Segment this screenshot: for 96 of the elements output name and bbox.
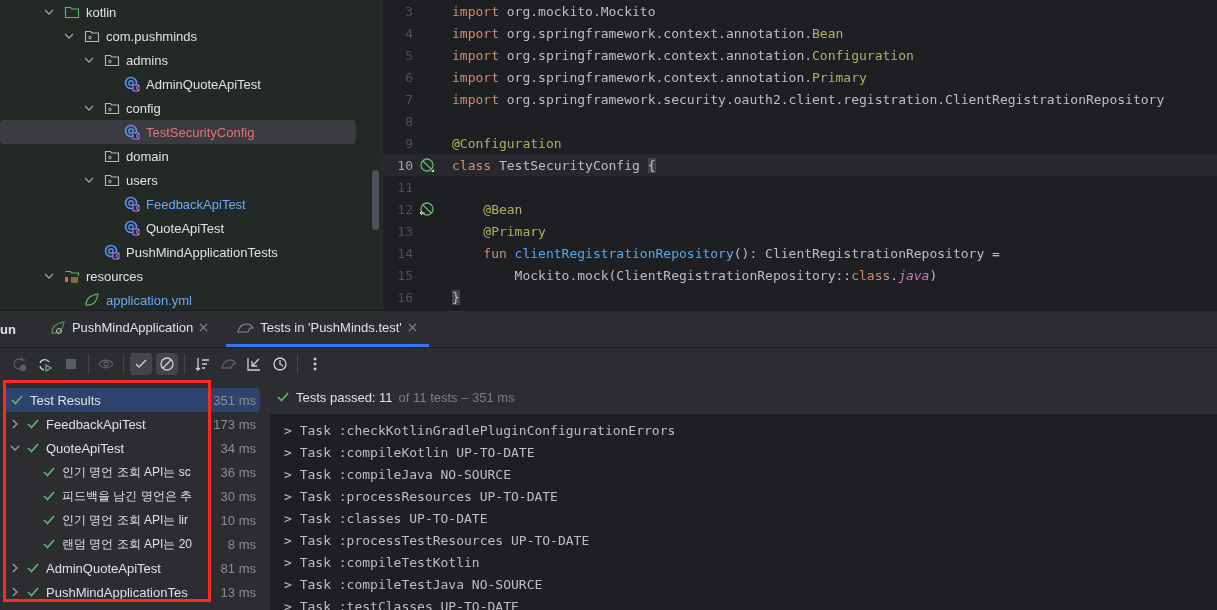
code-editor[interactable]: [382, 0, 1217, 310]
chevron-icon[interactable]: [10, 443, 20, 453]
chevron-icon[interactable]: [10, 587, 20, 597]
console-line: > Task :processResources UP-TO-DATE: [284, 488, 559, 506]
test-tree-item[interactable]: 피드백을 남긴 명언은 추 30 ms: [4, 484, 260, 508]
test-duration: 34 ms: [219, 440, 257, 456]
test-tree-item[interactable]: 랜덤 명언 조회 API는 20 8 ms: [4, 532, 260, 556]
summary-headline: Tests passed: 11: [296, 389, 393, 405]
tree-item-label: kotlin: [86, 4, 117, 20]
code-line: Mockito.mock(ClientRegistrationRepository::class.java): [513, 267, 938, 283]
code-line: fun clientRegistrationRepository(): ClientRegistrationRepository =: [482, 245, 1000, 261]
test-name: 피드백을 남긴 명언은 추: [62, 487, 192, 505]
close-icon[interactable]: [199, 323, 209, 332]
project-tree-item[interactable]: com.pushminds: [0, 24, 356, 48]
tree-item-label: config: [126, 100, 161, 116]
tree-item-label: domain: [126, 148, 169, 164]
test-name: AdminQuoteApiTest: [46, 560, 161, 576]
code-line: import org.mockito.Mockito: [452, 3, 656, 19]
console-line: > Task :compileJava NO-SOURCE: [284, 466, 512, 484]
line-number: 10: [396, 157, 413, 173]
code-line: @Configuration: [452, 135, 562, 151]
project-tree-item[interactable]: TestSecurityConfig: [0, 120, 356, 144]
tree-item-label: resources: [86, 268, 144, 284]
tree-item-label: PushMindApplicationTests: [126, 244, 278, 260]
test-tree-item[interactable]: AdminQuoteApiTest 81 ms: [4, 556, 260, 580]
code-line: import org.springframework.security.oauth2.client.registration.ClientRegistrationRepository: [452, 91, 1165, 107]
chevron-icon[interactable]: [10, 419, 20, 429]
project-tree-item[interactable]: users: [0, 168, 356, 192]
test-name: 인기 명언 조회 API는 sc: [62, 463, 191, 481]
tree-item-label: users: [126, 172, 158, 188]
run-tab[interactable]: Tests in 'PushMinds.test': [226, 311, 429, 347]
test-duration: 36 ms: [219, 464, 257, 480]
test-name: QuoteApiTest: [46, 440, 125, 456]
summary-detail: of 11 tests – 351 ms: [398, 389, 515, 405]
test-name: 랜덤 명언 조회 API는 20: [62, 535, 193, 553]
scrollbar-thumb[interactable]: [372, 170, 379, 230]
project-tree-item[interactable]: domain: [0, 144, 356, 168]
console-line: > Task :compileTestKotlin: [284, 554, 481, 572]
tree-item-label: com.pushminds: [106, 28, 198, 44]
chevron-icon[interactable]: [84, 103, 94, 113]
project-tree-item[interactable]: config: [0, 96, 356, 120]
chevron-icon[interactable]: [44, 7, 54, 17]
console-line: > Task :checkKotlinGradlePluginConfigurationErrors: [284, 422, 677, 440]
test-tree-item[interactable]: 인기 명언 조회 API는 lir 10 ms: [4, 508, 260, 532]
test-duration: 173 ms: [212, 416, 257, 432]
project-tree-item[interactable]: QuoteApiTest: [0, 216, 356, 240]
chevron-icon[interactable]: [84, 175, 94, 185]
test-tree-item[interactable]: 인기 명언 조회 API는 sc 36 ms: [4, 460, 260, 484]
project-tree-item[interactable]: AdminQuoteApiTest: [0, 72, 356, 96]
project-tree-item[interactable]: FeedbackApiTest: [0, 192, 356, 216]
console-line: > Task :classes UP-TO-DATE: [284, 510, 489, 528]
tree-item-label: TestSecurityConfig: [146, 124, 255, 140]
console-line: > Task :compileKotlin UP-TO-DATE: [284, 444, 536, 462]
tree-item-label: FeedbackApiTest: [146, 196, 246, 212]
code-line: @Bean: [482, 201, 523, 217]
project-tree-item[interactable]: PushMindApplicationTests: [0, 240, 356, 264]
chevron-icon[interactable]: [10, 563, 20, 573]
test-name: 인기 명언 조회 API는 lir: [62, 511, 188, 529]
chevron-icon[interactable]: [64, 31, 74, 41]
close-icon[interactable]: [407, 323, 417, 332]
test-tree-item[interactable]: FeedbackApiTest 173 ms: [4, 412, 260, 436]
chevron-icon[interactable]: [84, 55, 94, 65]
tree-item-label: application.yml: [106, 292, 192, 308]
project-tree-item[interactable]: resources: [0, 264, 356, 288]
test-name: FeedbackApiTest: [46, 416, 146, 432]
project-tree-item[interactable]: kotlin: [0, 0, 356, 24]
test-duration: 351 ms: [212, 392, 257, 408]
tree-item-label: admins: [126, 52, 168, 68]
test-duration: 10 ms: [219, 512, 257, 528]
tool-window-title: un: [0, 321, 16, 337]
test-tree-item[interactable]: QuoteApiTest 34 ms: [4, 436, 260, 460]
passed-icon[interactable]: [130, 353, 152, 375]
chevron-icon[interactable]: [44, 271, 54, 281]
code-line: @Primary: [482, 223, 546, 239]
run-tab[interactable]: PushMindApplication: [39, 311, 221, 347]
bean-usage-icon[interactable]: [419, 201, 435, 217]
ignored-icon[interactable]: [156, 353, 178, 375]
code-line: import org.springframework.context.annotation.Primary: [452, 69, 867, 85]
bean-icon[interactable]: [419, 157, 435, 173]
test-duration: 81 ms: [219, 560, 257, 576]
tree-item-label: QuoteApiTest: [146, 220, 225, 236]
test-tree-item[interactable]: PushMindApplicationTes 13 ms: [4, 580, 260, 604]
test-duration: 8 ms: [226, 536, 257, 552]
code-line: import org.springframework.context.annotation.Configuration: [452, 47, 914, 63]
code-line: class TestSecurityConfig {: [452, 157, 656, 173]
tree-item-label: AdminQuoteApiTest: [146, 76, 261, 92]
project-tree-item[interactable]: admins: [0, 48, 356, 72]
test-name: Test Results: [30, 392, 101, 408]
console-line: > Task :compileTestJava NO-SOURCE: [284, 576, 544, 594]
test-duration: 13 ms: [219, 584, 257, 600]
code-line: import org.springframework.context.annotation.Bean: [452, 25, 844, 41]
project-tree-item[interactable]: application.yml: [0, 288, 356, 310]
console-line: > Task :processTestResources UP-TO-DATE: [284, 532, 591, 550]
test-tree-item[interactable]: Test Results 351 ms: [4, 388, 260, 412]
test-name: PushMindApplicationTes: [46, 584, 188, 600]
test-duration: 30 ms: [219, 488, 257, 504]
